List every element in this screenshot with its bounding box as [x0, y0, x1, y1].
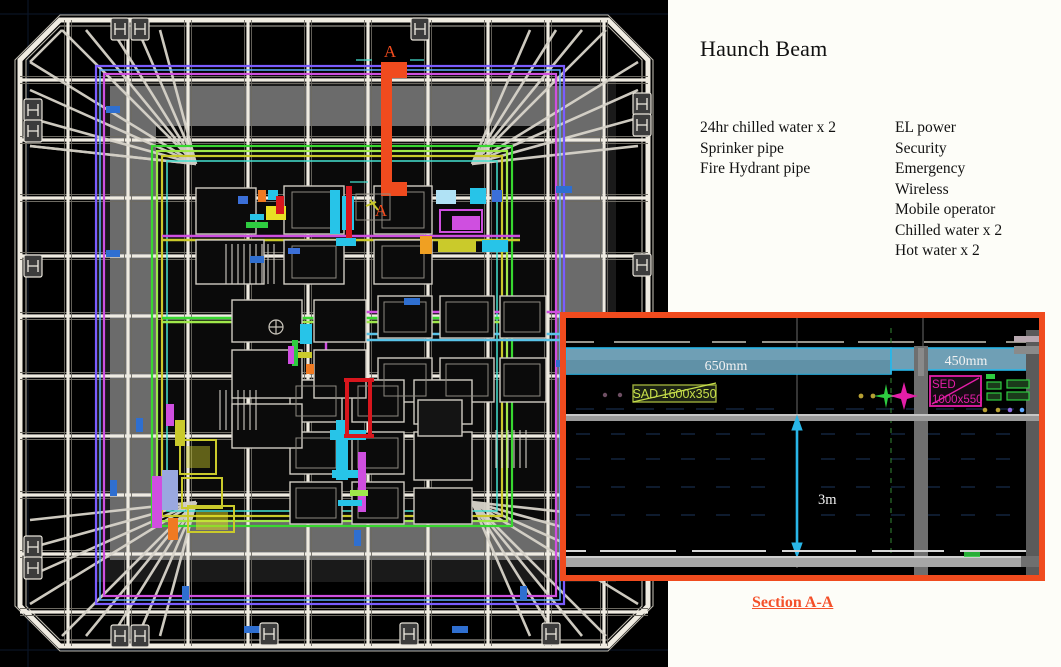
shallow-beam-label: 450mm: [945, 354, 988, 369]
notes-block: Haunch Beam 24hr chilled water x 2 Sprin…: [668, 0, 1061, 300]
section-marker-bottom-label: A: [375, 201, 388, 220]
section-marker-top-label: A: [384, 42, 397, 61]
page-title: Haunch Beam: [700, 36, 828, 61]
deep-beam-label: 650mm: [705, 359, 748, 374]
notes-right-column: EL power Security Emergency Wireless Mob…: [895, 118, 1002, 262]
sed-label-line2: 1000x550: [932, 394, 983, 406]
note-item: Sprinker pipe: [700, 139, 784, 157]
slide-root: A A Haunch Beam 24hr chilled water x 2 S…: [0, 0, 1061, 667]
duct-label-text: SAD 1600x350: [632, 387, 716, 401]
sed-label-line1: SED: [932, 379, 956, 391]
deep-beam: 650mm: [566, 347, 892, 375]
section-detail-drawing: 650mm 450mm SAD 1600x350 SED 1000x550 3m: [566, 318, 1039, 575]
section-caption: Section A-A: [752, 594, 834, 611]
notes-left-column: 24hr chilled water x 2 Sprinker pipe Fir…: [700, 118, 836, 180]
note-item: Chilled water x 2: [895, 221, 1003, 239]
clear-height-label: 3m: [818, 492, 837, 508]
note-item: Emergency: [895, 160, 966, 177]
note-item: Wireless: [895, 180, 949, 198]
note-item: Mobile operator: [895, 201, 996, 218]
note-item: Fire Hydrant pipe: [700, 160, 811, 177]
section-detail-panel[interactable]: 650mm 450mm SAD 1600x350 SED 1000x550 3m: [560, 312, 1045, 581]
note-item: EL power: [895, 119, 956, 136]
sad-duct-label: SAD 1600x350: [632, 382, 717, 403]
sed-equipment-label: SED 1000x550: [929, 375, 983, 407]
note-item: Security: [895, 139, 947, 157]
note-item: Hot water x 2: [895, 242, 980, 259]
note-item: 24hr chilled water x 2: [700, 119, 837, 136]
